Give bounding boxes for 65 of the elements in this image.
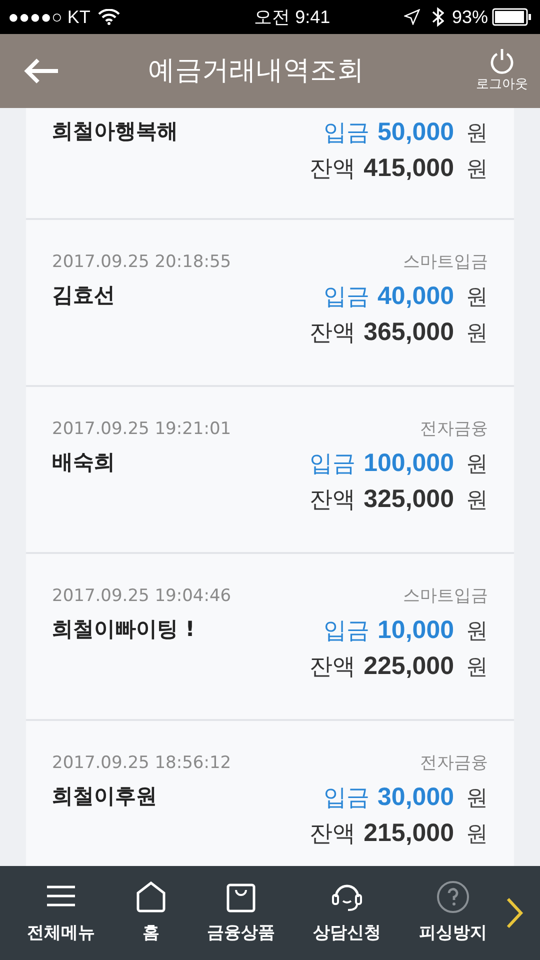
deposit-amount: 30,000 xyxy=(378,782,454,813)
nav-tab[interactable]: 피싱방지 xyxy=(419,879,487,947)
transaction-datetime: 2017.09.25 19:21:01 xyxy=(52,418,232,441)
currency-unit: 원 xyxy=(466,821,488,849)
transaction-channel: 전자금융 xyxy=(420,418,488,441)
balance-label: 잔액 xyxy=(310,653,356,682)
currency-unit: 원 xyxy=(466,156,488,184)
battery-percent: 93% xyxy=(452,6,488,28)
balance-label: 잔액 xyxy=(310,820,356,849)
depositor-name: 희철아행복해 xyxy=(52,118,178,145)
location-icon xyxy=(404,9,420,25)
currency-unit: 원 xyxy=(466,618,488,646)
transaction-row[interactable]: 2017.09.25 19:04:46 스마트입금 희철이빠이팅 ! 입금 10,000 원 잔액 225,000 원 xyxy=(26,554,514,721)
balance-amount: 415,000 xyxy=(364,153,454,184)
power-icon xyxy=(488,47,516,76)
transaction-row[interactable]: 2017.09.25 20:18:55 스마트입금 김효선 입금 40,000 원 잔액 365,000 원 xyxy=(26,220,514,387)
currency-unit: 원 xyxy=(466,451,488,479)
balance-amount: 325,000 xyxy=(364,484,454,515)
back-arrow-icon[interactable] xyxy=(24,58,60,84)
depositor-name: 김효선 xyxy=(52,282,115,309)
carrier-text: ●●●●○ KT xyxy=(8,6,90,28)
currency-unit: 원 xyxy=(466,120,488,148)
deposit-amount: 100,000 xyxy=(364,448,454,479)
currency-unit: 원 xyxy=(466,487,488,515)
chevron-right-icon[interactable] xyxy=(506,897,524,929)
deposit-label: 입금 xyxy=(310,450,356,479)
battery-icon xyxy=(492,8,532,26)
nav-tab[interactable]: 홈 xyxy=(133,879,169,947)
transaction-channel: 스마트입금 xyxy=(403,585,488,608)
deposit-label: 입금 xyxy=(324,617,370,646)
deposit-amount: 10,000 xyxy=(378,615,454,646)
deposit-amount: 40,000 xyxy=(378,281,454,312)
balance-amount: 215,000 xyxy=(364,818,454,849)
transaction-channel: 스마트입금 xyxy=(403,251,488,274)
currency-unit: 원 xyxy=(466,320,488,348)
deposit-amount: 50,000 xyxy=(378,117,454,148)
balance-amount: 225,000 xyxy=(364,651,454,682)
balance-amount: 365,000 xyxy=(364,317,454,348)
transaction-datetime: 2017.09.25 19:04:46 xyxy=(52,585,232,608)
transaction-channel: 전자금융 xyxy=(420,752,488,775)
screen-title: 예금거래내역조회 xyxy=(147,54,365,88)
deposit-label: 입금 xyxy=(324,119,370,148)
bluetooth-icon xyxy=(432,7,444,27)
nav-tab[interactable]: 상담신청 xyxy=(313,879,381,947)
transaction-row[interactable]: 2017.09.25 19:21:01 전자금융 배숙희 입금 100,000 원 잔액 325,000 원 xyxy=(26,387,514,554)
clock-text: 오전 9:41 xyxy=(253,6,330,28)
depositor-name: 희철이후원 xyxy=(52,783,157,810)
nav-tab[interactable]: 금융상품 xyxy=(207,879,275,947)
help-icon xyxy=(435,879,471,916)
currency-unit: 원 xyxy=(466,785,488,813)
deposit-label: 입금 xyxy=(324,283,370,312)
transaction-datetime: 2017.09.25 18:56:12 xyxy=(52,752,232,775)
wifi-icon xyxy=(98,9,120,25)
transaction-row[interactable]: 희철아행복해 입금 50,000 원 잔액 415,000 원 xyxy=(26,108,514,220)
depositor-name: 희철이빠이팅 ! xyxy=(52,616,195,643)
nav-tab[interactable]: 전체메뉴 xyxy=(27,879,95,947)
balance-label: 잔액 xyxy=(310,319,356,348)
depositor-name: 배숙희 xyxy=(52,449,115,476)
logout-button[interactable]: 로그아웃 xyxy=(476,47,528,95)
transaction-datetime: 2017.09.25 20:18:55 xyxy=(52,251,232,274)
currency-unit: 원 xyxy=(466,654,488,682)
deposit-label: 입금 xyxy=(324,784,370,813)
balance-label: 잔액 xyxy=(310,155,356,184)
balance-label: 잔액 xyxy=(310,486,356,515)
currency-unit: 원 xyxy=(466,284,488,312)
